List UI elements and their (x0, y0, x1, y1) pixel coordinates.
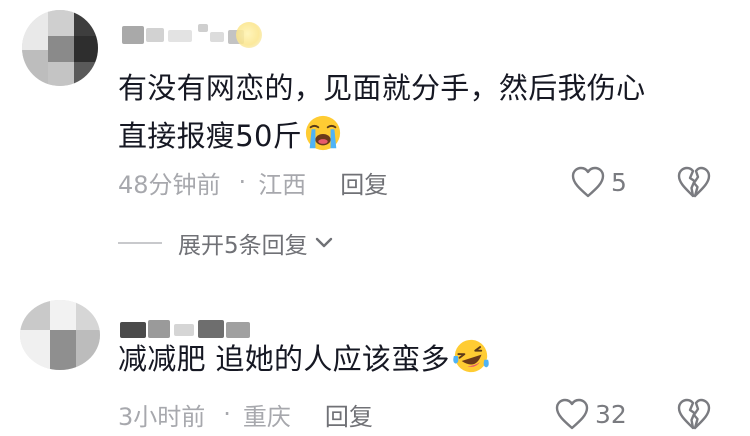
chevron-down-icon (315, 237, 332, 248)
comment-location: 江西 (258, 170, 307, 199)
reply-button[interactable]: 回复 (325, 397, 373, 432)
expand-replies-button[interactable]: 展开5条回复 (118, 225, 334, 261)
comment-text: 有没有网恋的，见面就分手，然后我伤心 直接报瘦50斤 (118, 64, 718, 160)
broken-heart-icon[interactable] (676, 165, 712, 199)
meta-separator: · (223, 400, 231, 428)
comment-item: 有没有网恋的，见面就分手，然后我伤心 直接报瘦50斤 48分钟前 · 江西 回复… (0, 0, 750, 295)
like-count: 32 (595, 399, 627, 429)
meta-separator: · (238, 168, 247, 196)
comment-text-line-2-text: 直接报瘦50斤 (118, 119, 303, 153)
heart-outline-icon (555, 398, 589, 430)
expand-divider (118, 242, 162, 244)
comment-time: 3小时前 (118, 402, 206, 431)
comment-text-line-1: 有没有网恋的，见面就分手，然后我伤心 (118, 71, 646, 105)
like-count: 5 (611, 167, 627, 197)
avatar[interactable] (20, 300, 100, 370)
like-button[interactable]: 32 (554, 396, 627, 432)
laughing-tears-face-icon (453, 339, 489, 373)
avatar[interactable] (22, 10, 98, 86)
expand-replies-label: 展开5条回复 (178, 233, 308, 259)
comment-meta: 48分钟前 · 江西 回复 (118, 164, 388, 200)
username[interactable] (120, 18, 290, 48)
loudly-crying-face-icon (305, 115, 341, 151)
comment-item: 减减肥 追她的人应该蛮多 3小时前 · 重庆 回复 32 (0, 295, 750, 436)
comment-text: 减减肥 追她的人应该蛮多 (118, 335, 718, 383)
reply-button[interactable]: 回复 (340, 165, 388, 200)
comment-text-body: 减减肥 追她的人应该蛮多 (118, 342, 450, 376)
comment-location: 重庆 (242, 402, 291, 431)
broken-heart-icon[interactable] (676, 397, 712, 431)
like-button[interactable]: 5 (570, 164, 627, 200)
comment-text-line-2: 直接报瘦50斤 (118, 112, 718, 160)
comment-meta: 3小时前 · 重庆 回复 (118, 396, 373, 432)
comment-time: 48分钟前 (118, 170, 221, 199)
heart-outline-icon (571, 166, 605, 198)
blurred-emoji-icon (236, 22, 262, 48)
